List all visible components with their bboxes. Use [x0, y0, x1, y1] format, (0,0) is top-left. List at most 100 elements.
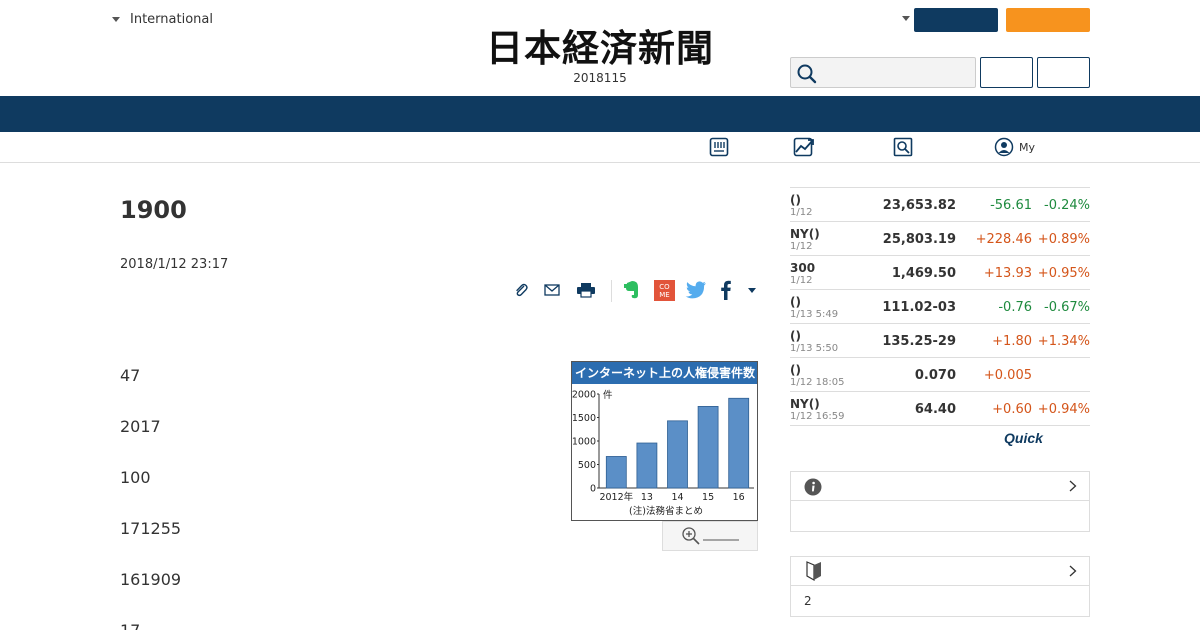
market-chart-icon[interactable] [793, 137, 815, 161]
region-label: International [130, 12, 213, 27]
zoom-underline [703, 539, 739, 541]
info-box-body [791, 501, 1089, 531]
market-time: 1/12 18:05 [790, 377, 845, 388]
market-value: 25,803.19 [882, 232, 956, 247]
chevron-right-icon [1069, 480, 1077, 492]
paragraph-3: 100 [120, 468, 151, 487]
chart-note: (注)法務省まとめ [629, 505, 703, 517]
market-change-percent: +0.95% [1037, 266, 1090, 281]
zoom-button[interactable] [662, 521, 758, 551]
paragraph-4: 171255 [120, 519, 182, 538]
header-button-1[interactable] [980, 57, 1033, 88]
market-row[interactable]: () 1/12 23,653.82 -56.61 -0.24% [790, 188, 1090, 222]
my-page-link[interactable]: My [994, 137, 1035, 157]
market-row[interactable]: () 1/13 5:50 135.25-29 +1.80 +1.34% [790, 324, 1090, 358]
market-name: 300 [790, 261, 816, 275]
market-time: 1/12 16:59 [790, 411, 845, 422]
search-articles-icon[interactable] [893, 137, 913, 161]
paragraph-6: 17 [120, 621, 140, 630]
share-divider [611, 280, 612, 302]
sub-navigation: My [0, 132, 1200, 163]
market-time: 1/13 5:50 [790, 343, 839, 354]
info-box-header[interactable] [791, 472, 1089, 501]
market-change-percent: +1.34% [1037, 334, 1090, 349]
quick-logo: Quick [1004, 430, 1043, 446]
paragraph-1: 47 [120, 366, 141, 385]
market-row[interactable]: () 1/13 5:49 111.02-03 -0.76 -0.67% [790, 290, 1090, 324]
bar [605, 456, 627, 489]
x-tick-label: 13 [641, 492, 653, 503]
subscribe-button[interactable] [1006, 8, 1090, 32]
account-caret-icon[interactable] [902, 16, 910, 21]
article-title: 1900 [120, 196, 187, 224]
market-change: +0.005 [983, 368, 1032, 383]
market-change-percent: +0.89% [1037, 232, 1090, 247]
market-row[interactable]: NY() 1/12 25,803.19 +228.46 +0.89% [790, 222, 1090, 256]
user-icon [994, 137, 1014, 157]
market-change: +13.93 [983, 266, 1032, 281]
market-value: 64.40 [914, 402, 956, 417]
bar [728, 397, 750, 489]
caret-down-icon [112, 17, 120, 22]
my-label: My [1019, 140, 1036, 154]
beginner-box-header[interactable] [791, 557, 1089, 586]
market-value: 23,653.82 [882, 198, 956, 213]
chevron-right-icon [1069, 565, 1077, 577]
print-icon[interactable] [575, 278, 597, 302]
market-value: 0.070 [914, 368, 956, 383]
market-change: +0.60 [992, 402, 1032, 417]
x-tick-label: 2012年 [599, 491, 633, 503]
newspaper-icon[interactable] [709, 137, 729, 161]
market-table: () 1/12 23,653.82 -56.61 -0.24% NY() 1/12 25,80… [790, 187, 1090, 426]
info-box [790, 471, 1090, 532]
region-selector[interactable]: International [112, 12, 213, 27]
market-name: NY() [790, 397, 820, 411]
market-row[interactable]: () 1/12 18:05 0.070 +0.005 [790, 358, 1090, 392]
market-row[interactable]: NY() 1/12 16:59 64.40 +0.60 +0.94% [790, 392, 1090, 426]
y-unit-label: 件 [603, 389, 613, 401]
market-time: 1/12 [790, 275, 813, 286]
header-button-2[interactable] [1037, 57, 1090, 88]
y-tick-label: 2000 [572, 390, 596, 401]
paragraph-2: 2017 [120, 417, 161, 436]
market-change: +1.80 [992, 334, 1032, 349]
market-change-percent: +0.94% [1037, 402, 1090, 417]
beginner-box-body: 2 [804, 594, 812, 608]
market-row[interactable]: 300 1/12 1,469.50 +13.93 +0.95% [790, 256, 1090, 290]
come-icon[interactable]: CO ME [653, 278, 675, 302]
info-icon [804, 478, 822, 496]
paragraph-5: 161909 [120, 570, 182, 589]
y-tick-label: 1500 [572, 413, 596, 424]
market-value: 111.02-03 [882, 300, 956, 315]
share-more-caret-icon[interactable] [745, 278, 759, 302]
beginner-mark-icon [806, 561, 821, 581]
facebook-icon[interactable] [718, 278, 734, 302]
clip-icon[interactable] [512, 278, 530, 302]
main-navbar [0, 96, 1200, 132]
market-name: NY() [790, 227, 820, 241]
y-tick-label: 1000 [572, 437, 596, 448]
mail-icon[interactable] [543, 278, 561, 302]
article-date: 2018/1/12 23:17 [120, 257, 229, 272]
twitter-icon[interactable] [685, 278, 707, 302]
market-change: -0.76 [998, 300, 1032, 315]
site-logo[interactable]: 日本経済新聞 [450, 26, 750, 70]
market-time: 1/12 [790, 241, 813, 252]
market-change-percent: -0.67% [1044, 300, 1090, 315]
chart-title: インターネット上の人権侵害件数 [572, 362, 757, 384]
zoom-in-icon [682, 527, 700, 545]
market-value: 1,469.50 [891, 266, 956, 281]
x-tick-label: 14 [671, 492, 683, 503]
search-input[interactable] [790, 57, 976, 88]
article-chart[interactable]: インターネット上の人権侵害件数 2000 1500 1000 500 0 件 2012年 13… [571, 361, 758, 521]
bar [667, 420, 688, 489]
x-tick-label: 16 [733, 492, 745, 503]
edition-date: 2018115 [573, 71, 627, 85]
evernote-icon[interactable] [621, 278, 643, 302]
login-button[interactable] [914, 8, 998, 32]
market-name: () [790, 295, 801, 309]
y-tick-label: 0 [590, 484, 596, 495]
svg-text:ME: ME [659, 291, 669, 299]
svg-text:CO: CO [659, 283, 670, 291]
y-tick-label: 500 [578, 460, 596, 471]
